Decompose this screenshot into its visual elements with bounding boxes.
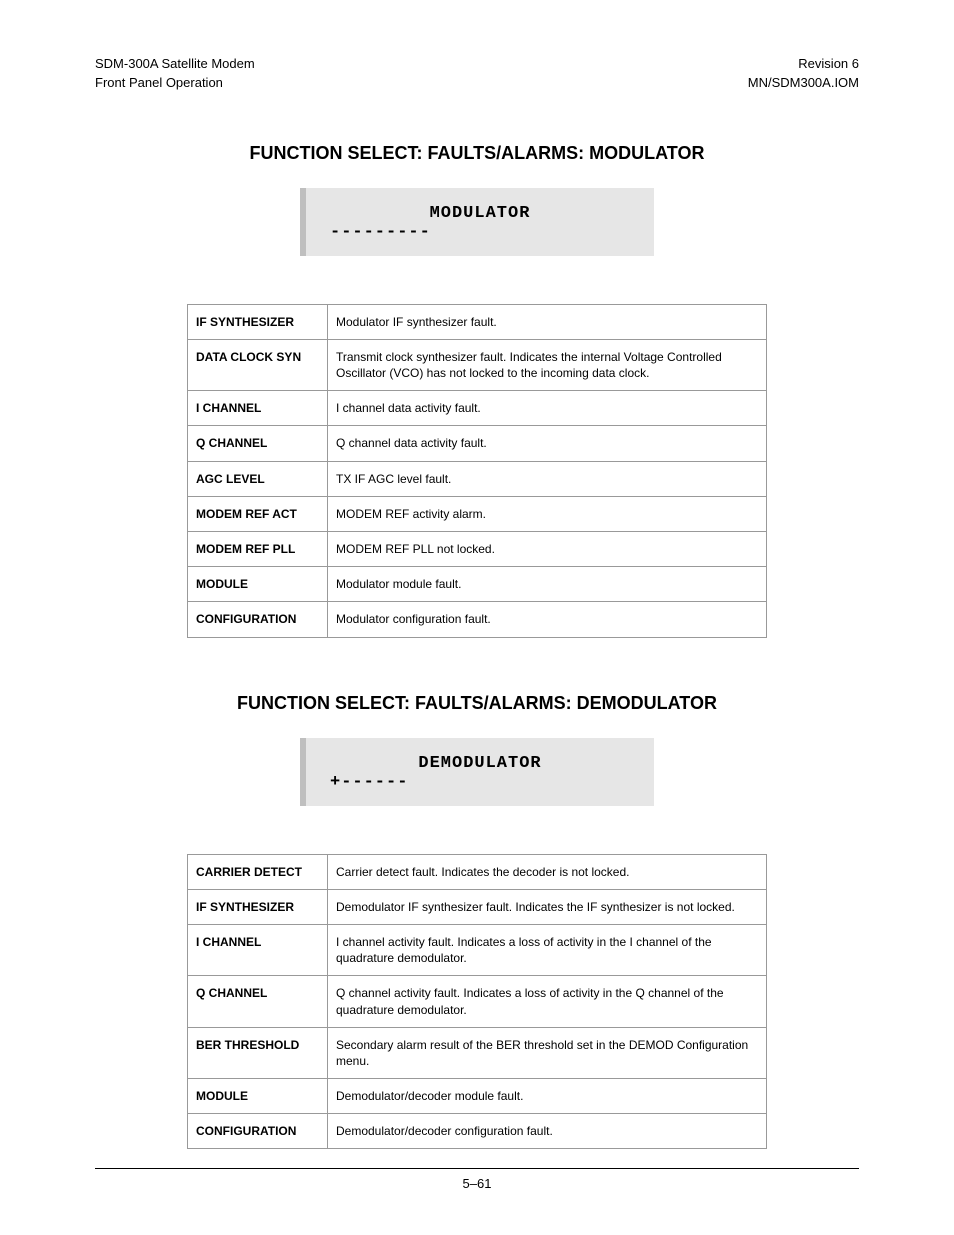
param-desc: I channel activity fault. Indicates a lo… <box>328 924 767 975</box>
param-name: MODEM REF ACT <box>188 496 328 531</box>
param-desc: Demodulator IF synthesizer fault. Indica… <box>328 889 767 924</box>
param-desc: Demodulator/decoder configuration fault. <box>328 1114 767 1149</box>
table-row: DATA CLOCK SYNTransmit clock synthesizer… <box>188 339 767 390</box>
param-name: BER THRESHOLD <box>188 1027 328 1078</box>
param-desc: Q channel data activity fault. <box>328 426 767 461</box>
param-name: Q CHANNEL <box>188 426 328 461</box>
param-desc: I channel data activity fault. <box>328 391 767 426</box>
param-desc: Demodulator/decoder module fault. <box>328 1079 767 1114</box>
table-row: Q CHANNELQ channel data activity fault. <box>188 426 767 461</box>
param-desc: MODEM REF activity alarm. <box>328 496 767 531</box>
param-name: DATA CLOCK SYN <box>188 339 328 390</box>
param-name: IF SYNTHESIZER <box>188 889 328 924</box>
doc-number: MN/SDM300A.IOM <box>748 74 859 93</box>
table-row: CONFIGURATIONModulator configuration fau… <box>188 602 767 637</box>
param-name: MODULE <box>188 567 328 602</box>
doc-subtitle: Front Panel Operation <box>95 74 255 93</box>
param-desc: MODEM REF PLL not locked. <box>328 532 767 567</box>
modulator-lcd: MODULATOR --------- <box>300 188 654 256</box>
param-desc: Modulator module fault. <box>328 567 767 602</box>
revision: Revision 6 <box>748 55 859 74</box>
param-name: CARRIER DETECT <box>188 854 328 889</box>
table-row: CARRIER DETECTCarrier detect fault. Indi… <box>188 854 767 889</box>
param-name: MODULE <box>188 1079 328 1114</box>
page-number: 5–61 <box>0 1176 954 1191</box>
param-desc: TX IF AGC level fault. <box>328 461 767 496</box>
lcd-line: --------- <box>324 223 636 242</box>
page-header: SDM-300A Satellite Modem Front Panel Ope… <box>95 55 859 93</box>
param-name: CONFIGURATION <box>188 1114 328 1149</box>
param-name: AGC LEVEL <box>188 461 328 496</box>
table-row: MODEM REF ACTMODEM REF activity alarm. <box>188 496 767 531</box>
header-left: SDM-300A Satellite Modem Front Panel Ope… <box>95 55 255 93</box>
table-row: MODULEModulator module fault. <box>188 567 767 602</box>
section2-title: FUNCTION SELECT: FAULTS/ALARMS: DEMODULA… <box>95 693 859 714</box>
param-desc: Carrier detect fault. Indicates the deco… <box>328 854 767 889</box>
param-desc: Secondary alarm result of the BER thresh… <box>328 1027 767 1078</box>
demodulator-table: CARRIER DETECTCarrier detect fault. Indi… <box>187 854 767 1150</box>
param-name: CONFIGURATION <box>188 602 328 637</box>
table-row: AGC LEVELTX IF AGC level fault. <box>188 461 767 496</box>
table-row: I CHANNELI channel data activity fault. <box>188 391 767 426</box>
lcd-line: DEMODULATOR <box>324 754 636 773</box>
section1-title: FUNCTION SELECT: FAULTS/ALARMS: MODULATO… <box>95 143 859 164</box>
table-row: MODULEDemodulator/decoder module fault. <box>188 1079 767 1114</box>
param-desc: Modulator configuration fault. <box>328 602 767 637</box>
param-name: Q CHANNEL <box>188 976 328 1027</box>
param-desc: Q channel activity fault. Indicates a lo… <box>328 976 767 1027</box>
modulator-table: IF SYNTHESIZERModulator IF synthesizer f… <box>187 304 767 638</box>
header-right: Revision 6 MN/SDM300A.IOM <box>748 55 859 93</box>
param-desc: Modulator IF synthesizer fault. <box>328 304 767 339</box>
footer-rule <box>95 1168 859 1169</box>
table-row: BER THRESHOLDSecondary alarm result of t… <box>188 1027 767 1078</box>
table-row: CONFIGURATIONDemodulator/decoder configu… <box>188 1114 767 1149</box>
lcd-line: +------ <box>324 773 636 792</box>
demodulator-lcd: DEMODULATOR +------ <box>300 738 654 806</box>
table-row: IF SYNTHESIZERDemodulator IF synthesizer… <box>188 889 767 924</box>
table-row: MODEM REF PLLMODEM REF PLL not locked. <box>188 532 767 567</box>
param-name: I CHANNEL <box>188 924 328 975</box>
param-name: I CHANNEL <box>188 391 328 426</box>
doc-title: SDM-300A Satellite Modem <box>95 55 255 74</box>
table-row: Q CHANNELQ channel activity fault. Indic… <box>188 976 767 1027</box>
param-desc: Transmit clock synthesizer fault. Indica… <box>328 339 767 390</box>
param-name: IF SYNTHESIZER <box>188 304 328 339</box>
param-name: MODEM REF PLL <box>188 532 328 567</box>
table-row: I CHANNELI channel activity fault. Indic… <box>188 924 767 975</box>
lcd-line: MODULATOR <box>324 204 636 223</box>
table-row: IF SYNTHESIZERModulator IF synthesizer f… <box>188 304 767 339</box>
